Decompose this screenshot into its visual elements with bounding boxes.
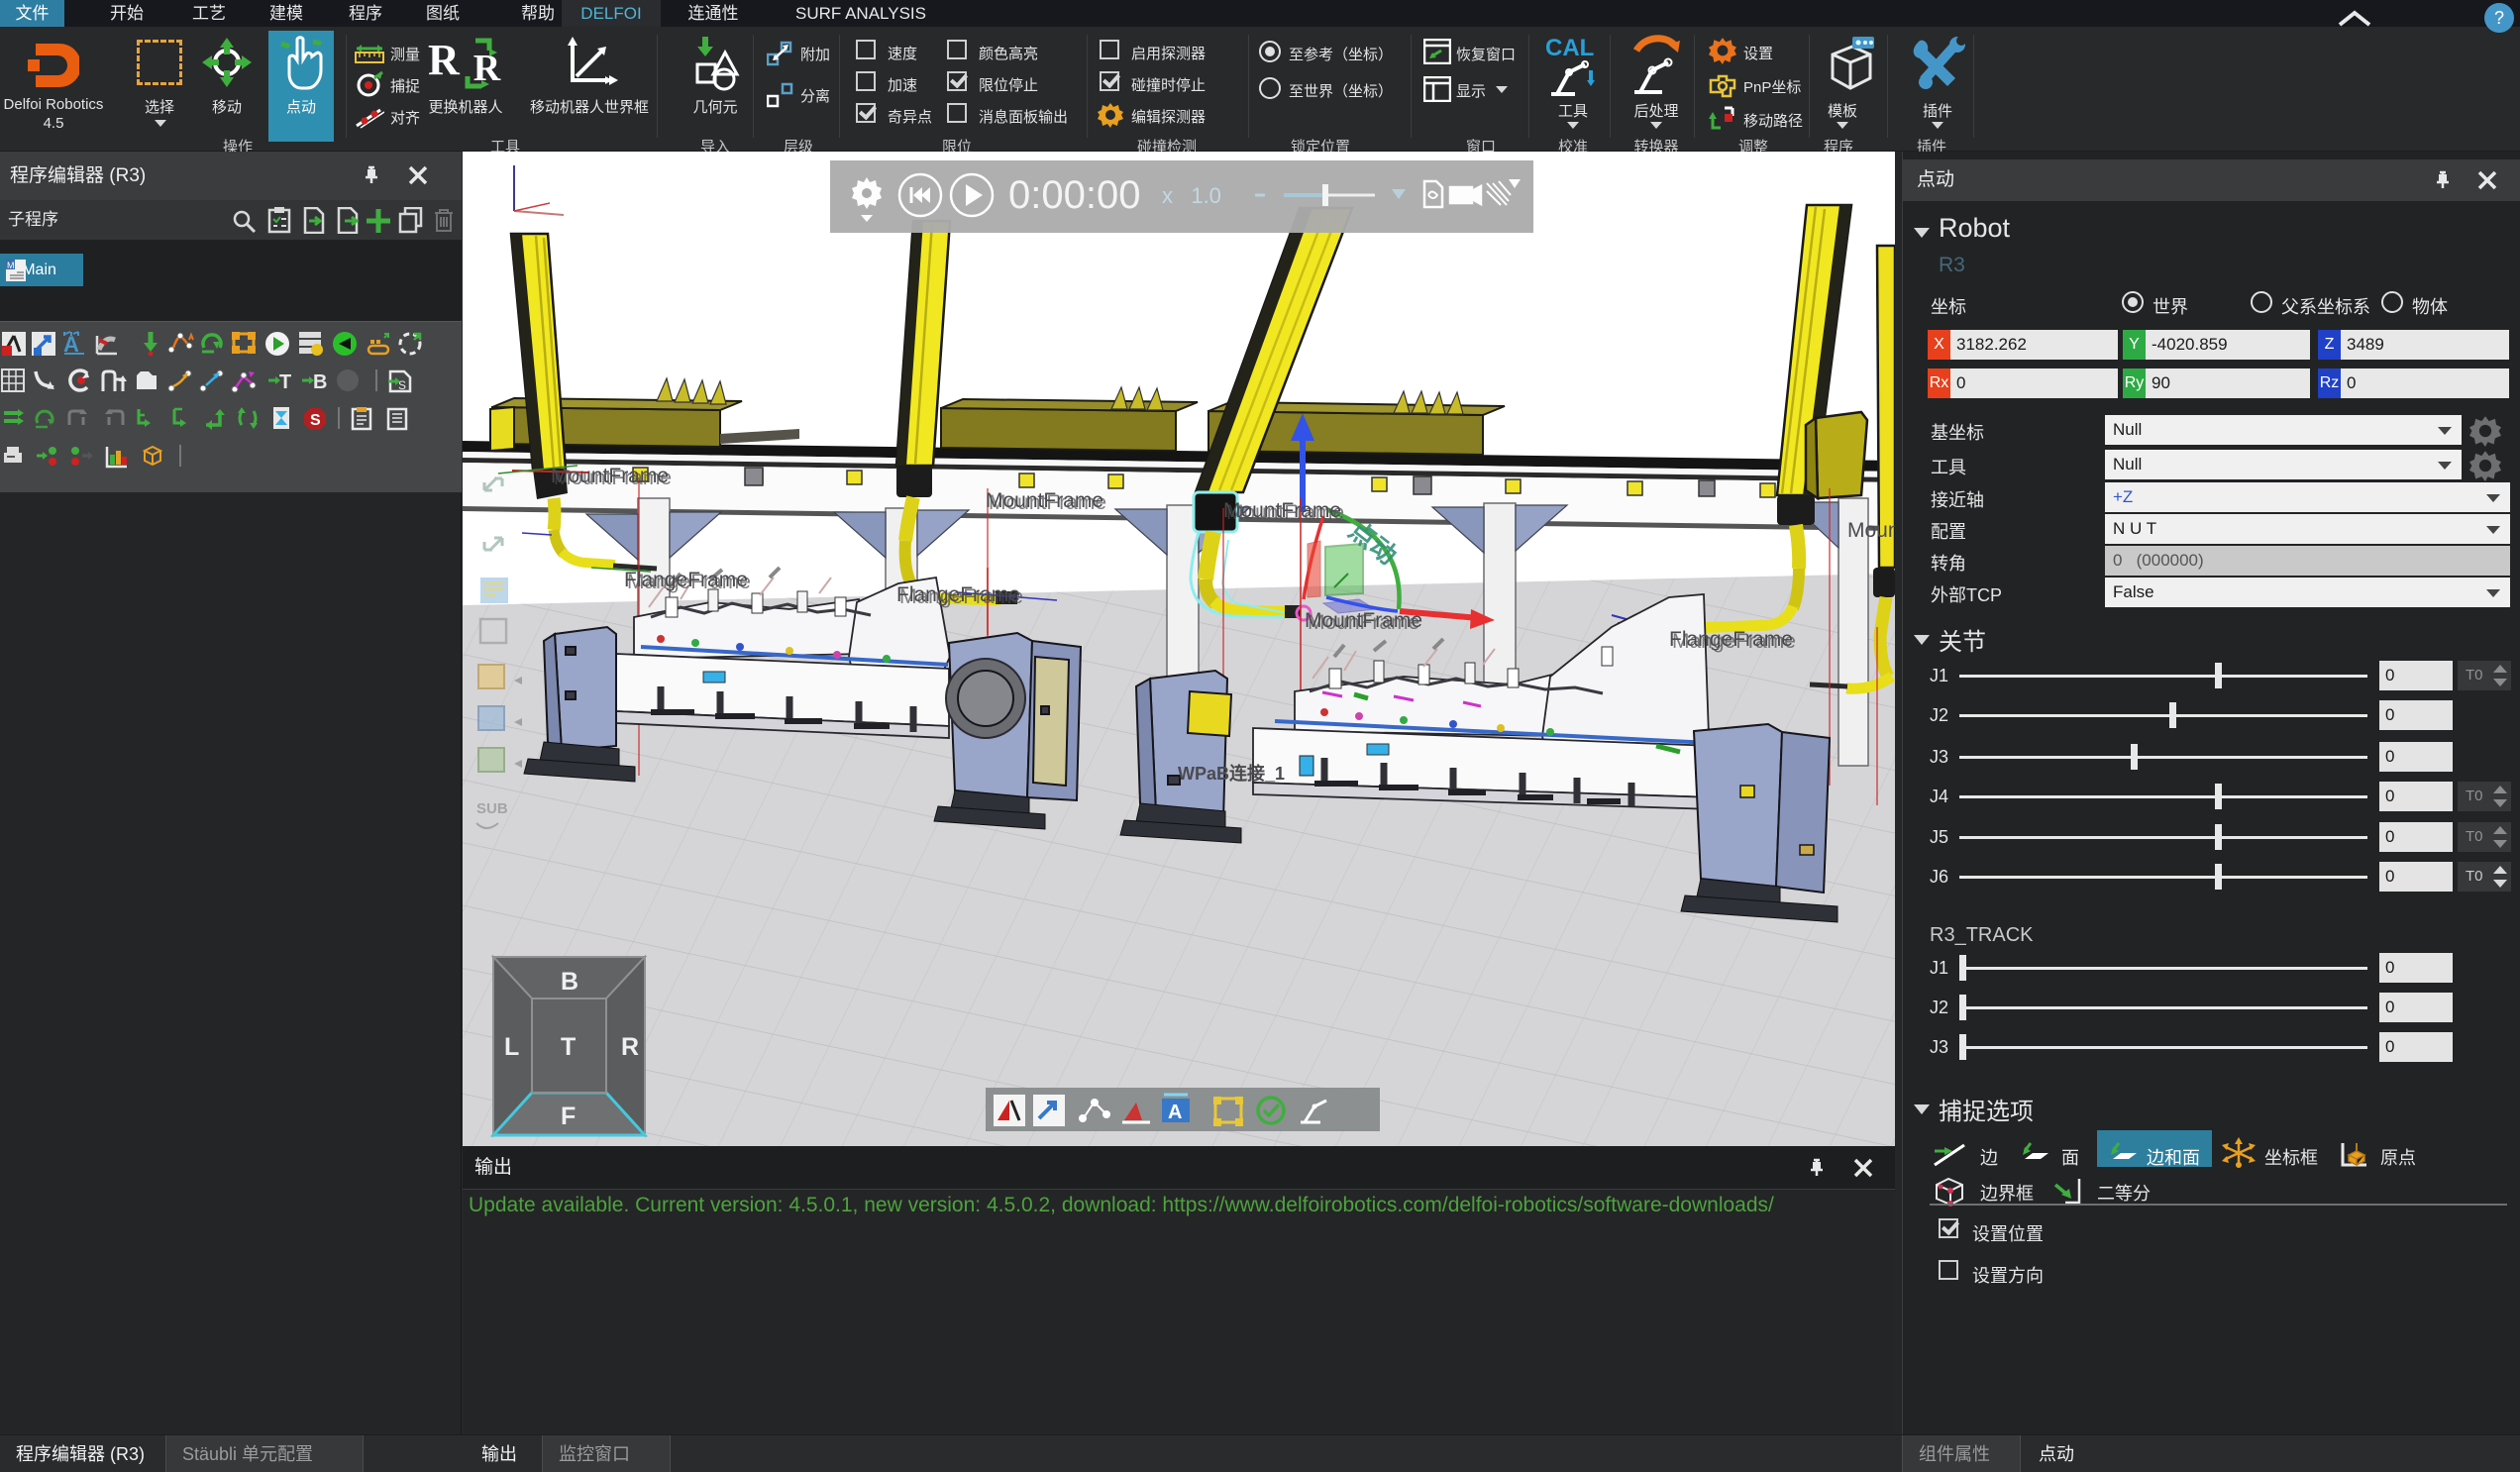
svg-text:F: F <box>561 1103 576 1130</box>
svg-text:0:00:00: 0:00:00 <box>1008 173 1140 217</box>
svg-text:MounFrame: MounFrame <box>1308 611 1419 634</box>
svg-text:MangeFrame: MangeFrame <box>899 585 1023 608</box>
svg-text:MountFrame: MountFrame <box>1226 501 1344 524</box>
svg-text:WPaB连接_1: WPaB连接_1 <box>1178 763 1285 784</box>
svg-text:L: L <box>504 1033 519 1061</box>
svg-text:MangeFrame: MangeFrame <box>1672 630 1796 653</box>
svg-text:R: R <box>621 1033 639 1061</box>
svg-text:x 1.0: x 1.0 <box>1162 183 1221 208</box>
svg-text:A: A <box>1168 1102 1182 1123</box>
svg-text:MountFrame: MountFrame <box>989 491 1106 514</box>
svg-text:MangeFrame: MangeFrame <box>627 571 751 593</box>
svg-text:T: T <box>561 1033 576 1061</box>
svg-text:B: B <box>313 371 327 393</box>
svg-text:SUB: SUB <box>476 800 508 817</box>
svg-text:S: S <box>398 378 406 392</box>
svg-text:T: T <box>279 371 291 393</box>
svg-text:MountFra: MountFra <box>1847 519 1895 542</box>
svg-text:B: B <box>561 968 578 996</box>
svg-text:M: M <box>7 261 15 270</box>
svg-text:S: S <box>310 412 321 429</box>
svg-text:MountFrame: MountFrame <box>554 467 672 489</box>
